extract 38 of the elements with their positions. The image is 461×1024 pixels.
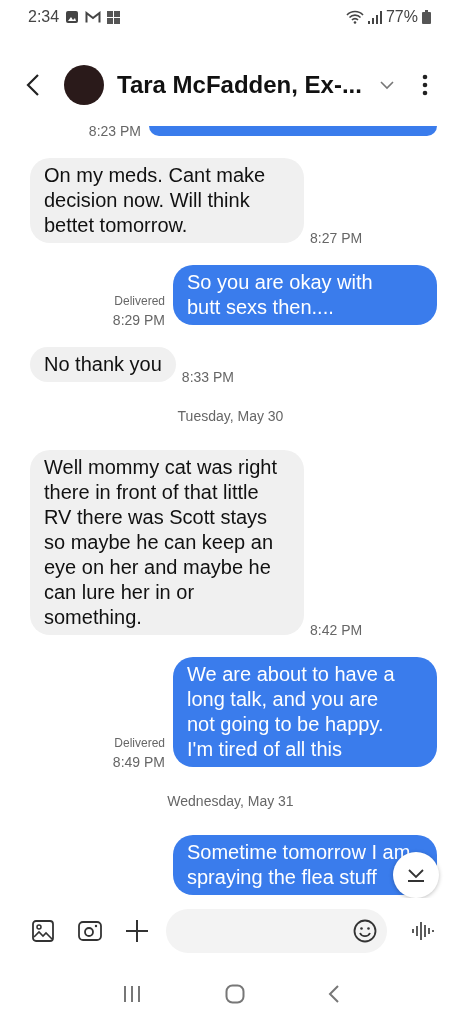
back-icon[interactable] — [327, 984, 340, 1004]
signal-icon — [367, 10, 382, 24]
message-bubble[interactable]: On my meds. Cant make decision now. Will think bettet tomorrow. — [30, 158, 304, 243]
message-time: 8:42 PM — [310, 622, 363, 638]
message-bubble[interactable]: No thank you — [30, 347, 176, 382]
message-bubble[interactable]: So you are okay with butt sexs then.... — [173, 265, 437, 325]
message-time: 8:23 PM — [88, 124, 141, 139]
grid-app-icon — [107, 10, 121, 24]
more-options-icon[interactable] — [421, 74, 428, 96]
image-notification-icon — [65, 10, 80, 24]
voice-wave-icon[interactable] — [411, 921, 435, 941]
status-time: 2:34 — [28, 8, 60, 26]
contact-name[interactable]: Tara McFadden, Ex-... — [117, 71, 362, 99]
message-time: 8:49 PM — [112, 754, 165, 770]
message-time: 8:27 PM — [310, 230, 363, 246]
mail-icon — [85, 10, 102, 24]
date-divider: Tuesday, May 30 — [176, 408, 285, 424]
message-bubble[interactable]: Well mommy cat was right there in front of that little RV there was Scott stays so maybe he can keep an eye on her and maybe he can lure her in or something. — [30, 450, 304, 635]
battery-icon — [422, 10, 431, 24]
battery-percent: 77% — [385, 8, 418, 26]
chevron-down-icon[interactable] — [379, 80, 394, 90]
message-input-field[interactable] — [166, 909, 387, 953]
chevron-left-icon — [26, 73, 40, 97]
camera-icon[interactable] — [78, 921, 102, 941]
message-bubble[interactable]: We are about to have a long talk, and you are not going to be happy. I'm tired of all this — [173, 657, 437, 767]
recent-apps-icon[interactable] — [121, 985, 142, 1003]
message-time: 8:29 PM — [112, 312, 165, 328]
plus-icon[interactable] — [126, 920, 148, 942]
delivery-status: Delivered — [114, 294, 165, 308]
avatar[interactable] — [64, 65, 104, 105]
home-icon[interactable] — [224, 984, 245, 1004]
date-divider: Wednesday, May 31 — [166, 793, 295, 809]
chevron-down-bar-icon — [406, 868, 426, 882]
message-time: 8:33 PM — [181, 369, 234, 385]
gallery-icon[interactable] — [32, 920, 54, 942]
delivery-status: Delivered — [114, 736, 165, 750]
emoji-icon[interactable] — [353, 919, 377, 943]
wifi-icon — [345, 10, 364, 24]
